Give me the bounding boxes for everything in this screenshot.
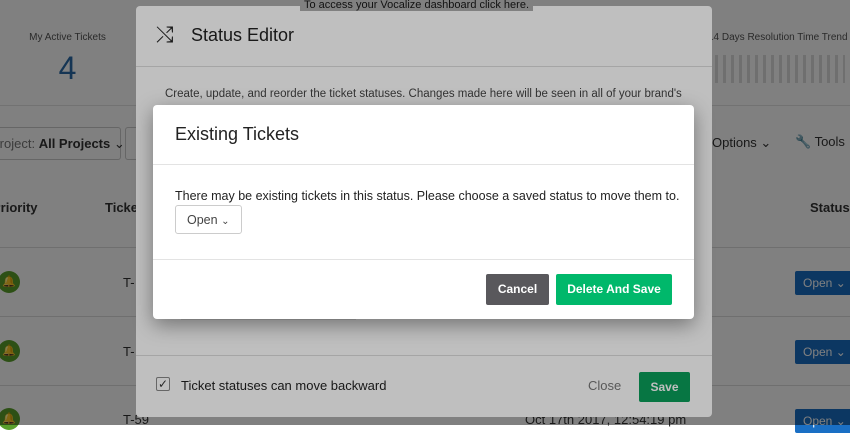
delete-and-save-button[interactable]: Delete And Save	[556, 274, 672, 305]
divider	[153, 164, 694, 165]
chevron-down-icon: ⌄	[221, 216, 230, 227]
dashboard-banner[interactable]: To access your Vocalize dashboard click …	[300, 0, 534, 11]
dialog-message: There may be existing tickets in this st…	[175, 189, 680, 203]
divider	[153, 259, 694, 260]
existing-tickets-dialog: Existing Tickets There may be existing t…	[153, 105, 694, 319]
dialog-title: Existing Tickets	[175, 124, 300, 144]
status-select[interactable]: Open ⌄	[175, 205, 242, 234]
cancel-button[interactable]: Cancel	[486, 274, 549, 305]
